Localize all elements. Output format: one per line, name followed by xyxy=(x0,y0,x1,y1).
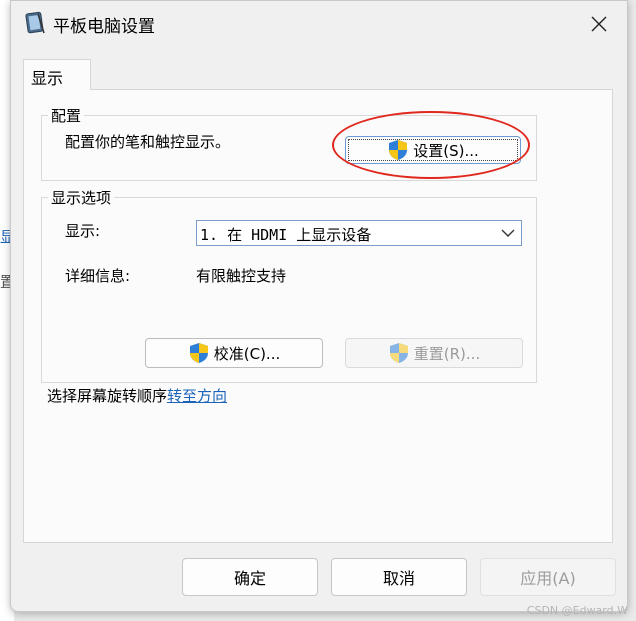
configure-group-label: 配置 xyxy=(48,105,85,126)
tablet-settings-icon xyxy=(25,11,45,34)
tablet-settings-dialog: 平板电脑设置 显示 配置 配置你的笔和触控显示。 设置(S)... 显示选项 显… xyxy=(10,0,628,612)
rotation-text: 选择屏幕旋转顺序 xyxy=(47,387,168,405)
calibrate-button-label: 校准(C)... xyxy=(213,344,281,363)
ok-button[interactable]: 确定 xyxy=(182,558,318,596)
title-bar: 平板电脑设置 xyxy=(11,1,627,47)
chevron-down-icon xyxy=(501,229,515,237)
setup-button[interactable]: 设置(S)... xyxy=(345,136,521,164)
ok-button-label: 确定 xyxy=(233,569,266,588)
display-label: 显示: xyxy=(65,222,101,240)
display-options-group-label: 显示选项 xyxy=(48,187,115,208)
cancel-button-label: 取消 xyxy=(382,569,415,588)
uac-shield-icon xyxy=(389,343,408,363)
go-to-orientation-link[interactable]: 转至方向 xyxy=(167,387,227,405)
configure-group: 配置 配置你的笔和触控显示。 设置(S)... xyxy=(41,105,537,181)
details-value: 有限触控支持 xyxy=(196,267,287,285)
configure-description: 配置你的笔和触控显示。 xyxy=(65,133,231,151)
apply-button: 应用(A) xyxy=(480,558,616,596)
tab-display[interactable]: 显示 xyxy=(23,59,91,90)
rotation-row: 选择屏幕旋转顺序转至方向 xyxy=(47,385,227,406)
tab-display-label: 显示 xyxy=(31,69,64,88)
uac-shield-icon xyxy=(389,140,408,160)
watermark: CSDN @Edward.W xyxy=(526,604,628,617)
reset-button: 重置(R)... xyxy=(345,338,523,368)
details-label: 详细信息: xyxy=(65,267,131,285)
close-button[interactable] xyxy=(581,7,617,41)
close-icon xyxy=(591,16,607,32)
tab-panel-display: 配置 配置你的笔和触控显示。 设置(S)... 显示选项 显示: 详细信息: 有… xyxy=(23,89,613,543)
display-select[interactable]: 1. 在 HDMI 上显示设备 xyxy=(196,220,522,246)
display-select-value: 1. 在 HDMI 上显示设备 xyxy=(200,226,372,244)
uac-shield-icon xyxy=(189,343,208,363)
calibrate-button[interactable]: 校准(C)... xyxy=(145,338,323,368)
apply-button-label: 应用(A) xyxy=(520,569,576,588)
cancel-button[interactable]: 取消 xyxy=(331,558,467,596)
reset-button-label: 重置(R)... xyxy=(413,344,481,363)
window-title: 平板电脑设置 xyxy=(53,17,155,37)
setup-button-label: 设置(S)... xyxy=(413,141,479,160)
